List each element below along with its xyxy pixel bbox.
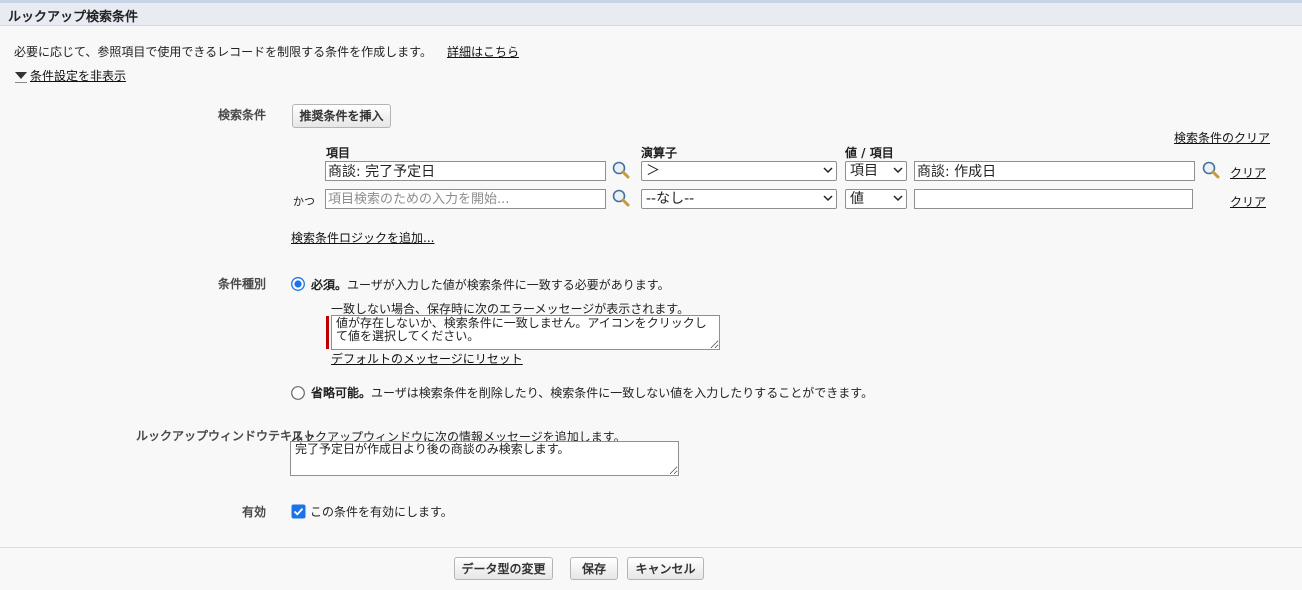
change-data-type-button[interactable]: データ型の変更 bbox=[454, 557, 553, 580]
clear-criteria-link[interactable]: 検索条件のクリア bbox=[1174, 129, 1270, 146]
column-field-header: 項目 bbox=[326, 146, 351, 160]
criteria-row2-operator-value: --なし-- bbox=[646, 191, 695, 207]
criteria-row1-value-input[interactable] bbox=[914, 161, 1195, 181]
criteria-row2-operator-select[interactable]: --なし-- bbox=[641, 189, 837, 209]
add-filter-logic-link[interactable]: 検索条件ロジックを追加... bbox=[291, 229, 434, 246]
chevron-down-icon bbox=[893, 167, 903, 174]
column-operator-header: 演算子 bbox=[641, 146, 678, 160]
criteria-row2-value-type: 値 bbox=[850, 191, 864, 207]
section-header: ルックアップ検索条件 bbox=[0, 3, 1302, 26]
chevron-down-icon bbox=[823, 167, 833, 174]
chevron-down-icon bbox=[893, 195, 903, 202]
active-checkbox-label: この条件を有効にします。 bbox=[310, 505, 453, 519]
lookup-window-message-textarea[interactable]: 完了予定日が作成日より後の商談のみ検索します。 bbox=[290, 441, 679, 476]
active-checkbox[interactable] bbox=[291, 504, 306, 522]
required-option-text: 必須。ユーザが入力した値が検索条件に一致する必要があります。 bbox=[311, 276, 670, 293]
criteria-row2-field-input[interactable] bbox=[325, 189, 606, 209]
criteria-row1-operator-value: ＞ bbox=[646, 163, 660, 179]
criteria-row1-clear-link[interactable]: クリア bbox=[1230, 164, 1266, 181]
filter-type-label: 条件種別 bbox=[217, 277, 266, 291]
required-option-description: ユーザが入力した値が検索条件に一致する必要があります。 bbox=[347, 278, 670, 292]
active-label: 有効 bbox=[241, 505, 266, 519]
optional-radio[interactable] bbox=[291, 386, 305, 403]
column-value-header: 値 / 項目 bbox=[845, 146, 894, 160]
required-radio[interactable] bbox=[291, 277, 305, 294]
optional-option-bold: 省略可能。 bbox=[311, 386, 372, 400]
magnifier-icon[interactable] bbox=[1201, 161, 1221, 182]
insert-suggested-criteria-button[interactable]: 推奨条件を挿入 bbox=[292, 104, 391, 128]
criteria-row1-field-input[interactable] bbox=[325, 161, 606, 181]
criteria-label: 検索条件 bbox=[217, 108, 266, 122]
save-button[interactable]: 保存 bbox=[570, 557, 618, 580]
required-field-bar bbox=[326, 316, 329, 349]
criteria-row1-value-type-select[interactable]: 項目 bbox=[845, 161, 907, 181]
hide-filter-settings-link[interactable]: 条件設定を非表示 bbox=[30, 67, 126, 84]
footer-divider bbox=[0, 547, 1302, 548]
required-option-bold: 必須。 bbox=[311, 278, 348, 292]
triangle-down-icon[interactable] bbox=[14, 68, 28, 84]
criteria-row2-and-label: かつ bbox=[293, 195, 315, 208]
help-link[interactable]: 詳細はこちら bbox=[447, 43, 519, 60]
criteria-row1-operator-select[interactable]: ＞ bbox=[641, 161, 837, 181]
cancel-button[interactable]: キャンセル bbox=[627, 557, 704, 580]
criteria-row2-value-type-select[interactable]: 値 bbox=[845, 189, 907, 209]
magnifier-icon[interactable] bbox=[611, 189, 631, 210]
magnifier-icon[interactable] bbox=[611, 161, 631, 182]
criteria-row1-value-type: 項目 bbox=[850, 163, 878, 179]
criteria-row2-clear-link[interactable]: クリア bbox=[1230, 193, 1266, 210]
intro-text: 必要に応じて、参照項目で使用できるレコードを制限する条件を作成します。 bbox=[14, 45, 432, 59]
optional-option-description: ユーザは検索条件を削除したり、検索条件に一致しない値を入力したりすることができま… bbox=[371, 386, 874, 400]
section-title: ルックアップ検索条件 bbox=[8, 10, 139, 25]
reset-default-message-link[interactable]: デフォルトのメッセージにリセット bbox=[331, 350, 523, 367]
lookup-window-text-label: ルックアップウィンドウテキスト bbox=[136, 429, 316, 443]
optional-option-text: 省略可能。ユーザは検索条件を削除したり、検索条件に一致しない値を入力したりするこ… bbox=[311, 384, 873, 401]
chevron-down-icon bbox=[823, 195, 833, 202]
criteria-row2-value-input[interactable] bbox=[914, 189, 1193, 209]
error-message-textarea[interactable]: 値が存在しないか、検索条件に一致しません。アイコンをクリックして値を選択してくだ… bbox=[331, 315, 720, 350]
